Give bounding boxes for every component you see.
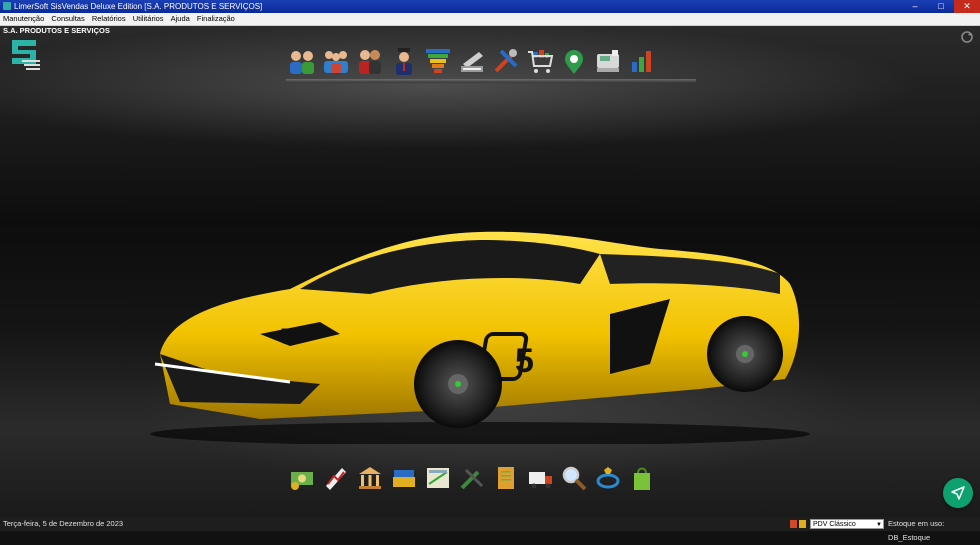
maximize-button[interactable]: □ [928, 0, 954, 13]
cash-register-icon[interactable] [592, 44, 623, 78]
app-logo-icon [12, 40, 40, 70]
scale-icon[interactable] [456, 44, 487, 78]
send-button[interactable] [943, 478, 973, 508]
top-toolbar [286, 41, 696, 83]
chevron-down-icon: ▼ [876, 522, 882, 528]
money-icon[interactable] [286, 462, 317, 494]
salesman-icon[interactable] [388, 44, 419, 78]
toolbar-shelf [286, 79, 696, 83]
refresh-icon[interactable] [960, 30, 974, 44]
pdv-select-value: PDV Clássico [813, 521, 856, 528]
users-icon[interactable] [354, 44, 385, 78]
company-name: S.A. PRODUTOS E SERVIÇOS [3, 26, 110, 35]
bill-chart-icon[interactable] [320, 462, 351, 494]
wallet-icon[interactable] [388, 462, 419, 494]
door-number: 5 [515, 342, 534, 380]
map-pin-icon[interactable] [558, 44, 589, 78]
shopping-bag-icon[interactable] [626, 462, 657, 494]
pdv-select[interactable]: PDV Clássico ▼ [810, 519, 884, 529]
hood-number: 5 [280, 324, 292, 349]
menu-utilitarios[interactable]: Utilitários [133, 14, 164, 23]
minimize-button[interactable]: – [902, 0, 928, 13]
close-button[interactable]: ✕ [954, 0, 980, 13]
title-bar: LimerSoft SisVendas Deluxe Edition [S.A.… [0, 0, 980, 13]
bank-icon[interactable] [354, 462, 385, 494]
truck-icon[interactable] [524, 462, 555, 494]
window-title: LimerSoft SisVendas Deluxe Edition [S.A.… [14, 2, 263, 11]
estoque-status: Estoque em uso: DB_Estoque [888, 519, 945, 542]
boat-icon[interactable] [592, 462, 623, 494]
menu-bar: Manutenção Consultas Relatórios Utilitár… [0, 13, 980, 26]
calculator-icon[interactable] [422, 462, 453, 494]
menu-consultas[interactable]: Consultas [51, 14, 84, 23]
lock-open-icon [799, 520, 806, 528]
shopping-cart-icon[interactable] [524, 44, 555, 78]
send-icon [951, 486, 965, 500]
suppliers-icon[interactable] [320, 44, 351, 78]
edit-tools-icon[interactable] [456, 462, 487, 494]
status-bar: Terça-feira, 5 de Dezembro de 2023 PDV C… [0, 517, 980, 542]
sports-car-wallpaper: 5 5 [150, 231, 810, 444]
search-icon[interactable] [558, 462, 589, 494]
menu-manutencao[interactable]: Manutenção [3, 14, 44, 23]
menu-ajuda[interactable]: Ajuda [171, 14, 190, 23]
status-date: Terça-feira, 5 de Dezembro de 2023 [3, 519, 124, 528]
app-icon [3, 2, 11, 10]
document-icon[interactable] [490, 462, 521, 494]
bottom-toolbar [286, 460, 696, 496]
chart-icon[interactable] [626, 44, 657, 78]
tools-icon[interactable] [490, 44, 521, 78]
funnel-icon[interactable] [422, 44, 453, 78]
desktop-area: S.A. PRODUTOS E SERVIÇOS 5 5 [0, 26, 980, 517]
menu-finalizacao[interactable]: Finalização [197, 14, 235, 23]
clients-icon[interactable] [286, 44, 317, 78]
lock-icon [790, 520, 797, 528]
menu-relatorios[interactable]: Relatórios [92, 14, 126, 23]
